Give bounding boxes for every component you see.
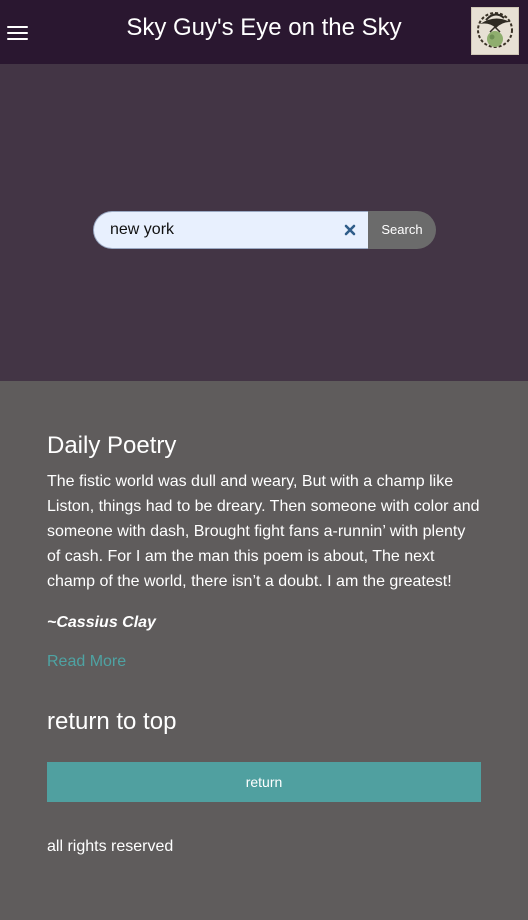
return-heading: return to top [47, 708, 177, 735]
poetry-heading: Daily Poetry [47, 432, 177, 459]
search-input[interactable] [93, 211, 368, 249]
read-more-link[interactable]: Read More [47, 652, 126, 672]
footer-text: all rights reserved [47, 838, 174, 855]
search-button[interactable]: Search [368, 211, 436, 249]
page-title: Sky Guy's Eye on the Sky [126, 14, 402, 41]
bird-logo-icon [477, 12, 513, 48]
search-bar: Search [93, 211, 436, 249]
poem-text: The fistic world was dull and weary, But… [47, 473, 480, 590]
return-button[interactable]: return [47, 762, 481, 802]
logo-avatar[interactable] [471, 7, 519, 55]
poem-author: ~Cassius Clay [47, 614, 156, 631]
close-icon[interactable] [342, 222, 358, 238]
app-header: Sky Guy's Eye on the Sky [0, 0, 528, 64]
